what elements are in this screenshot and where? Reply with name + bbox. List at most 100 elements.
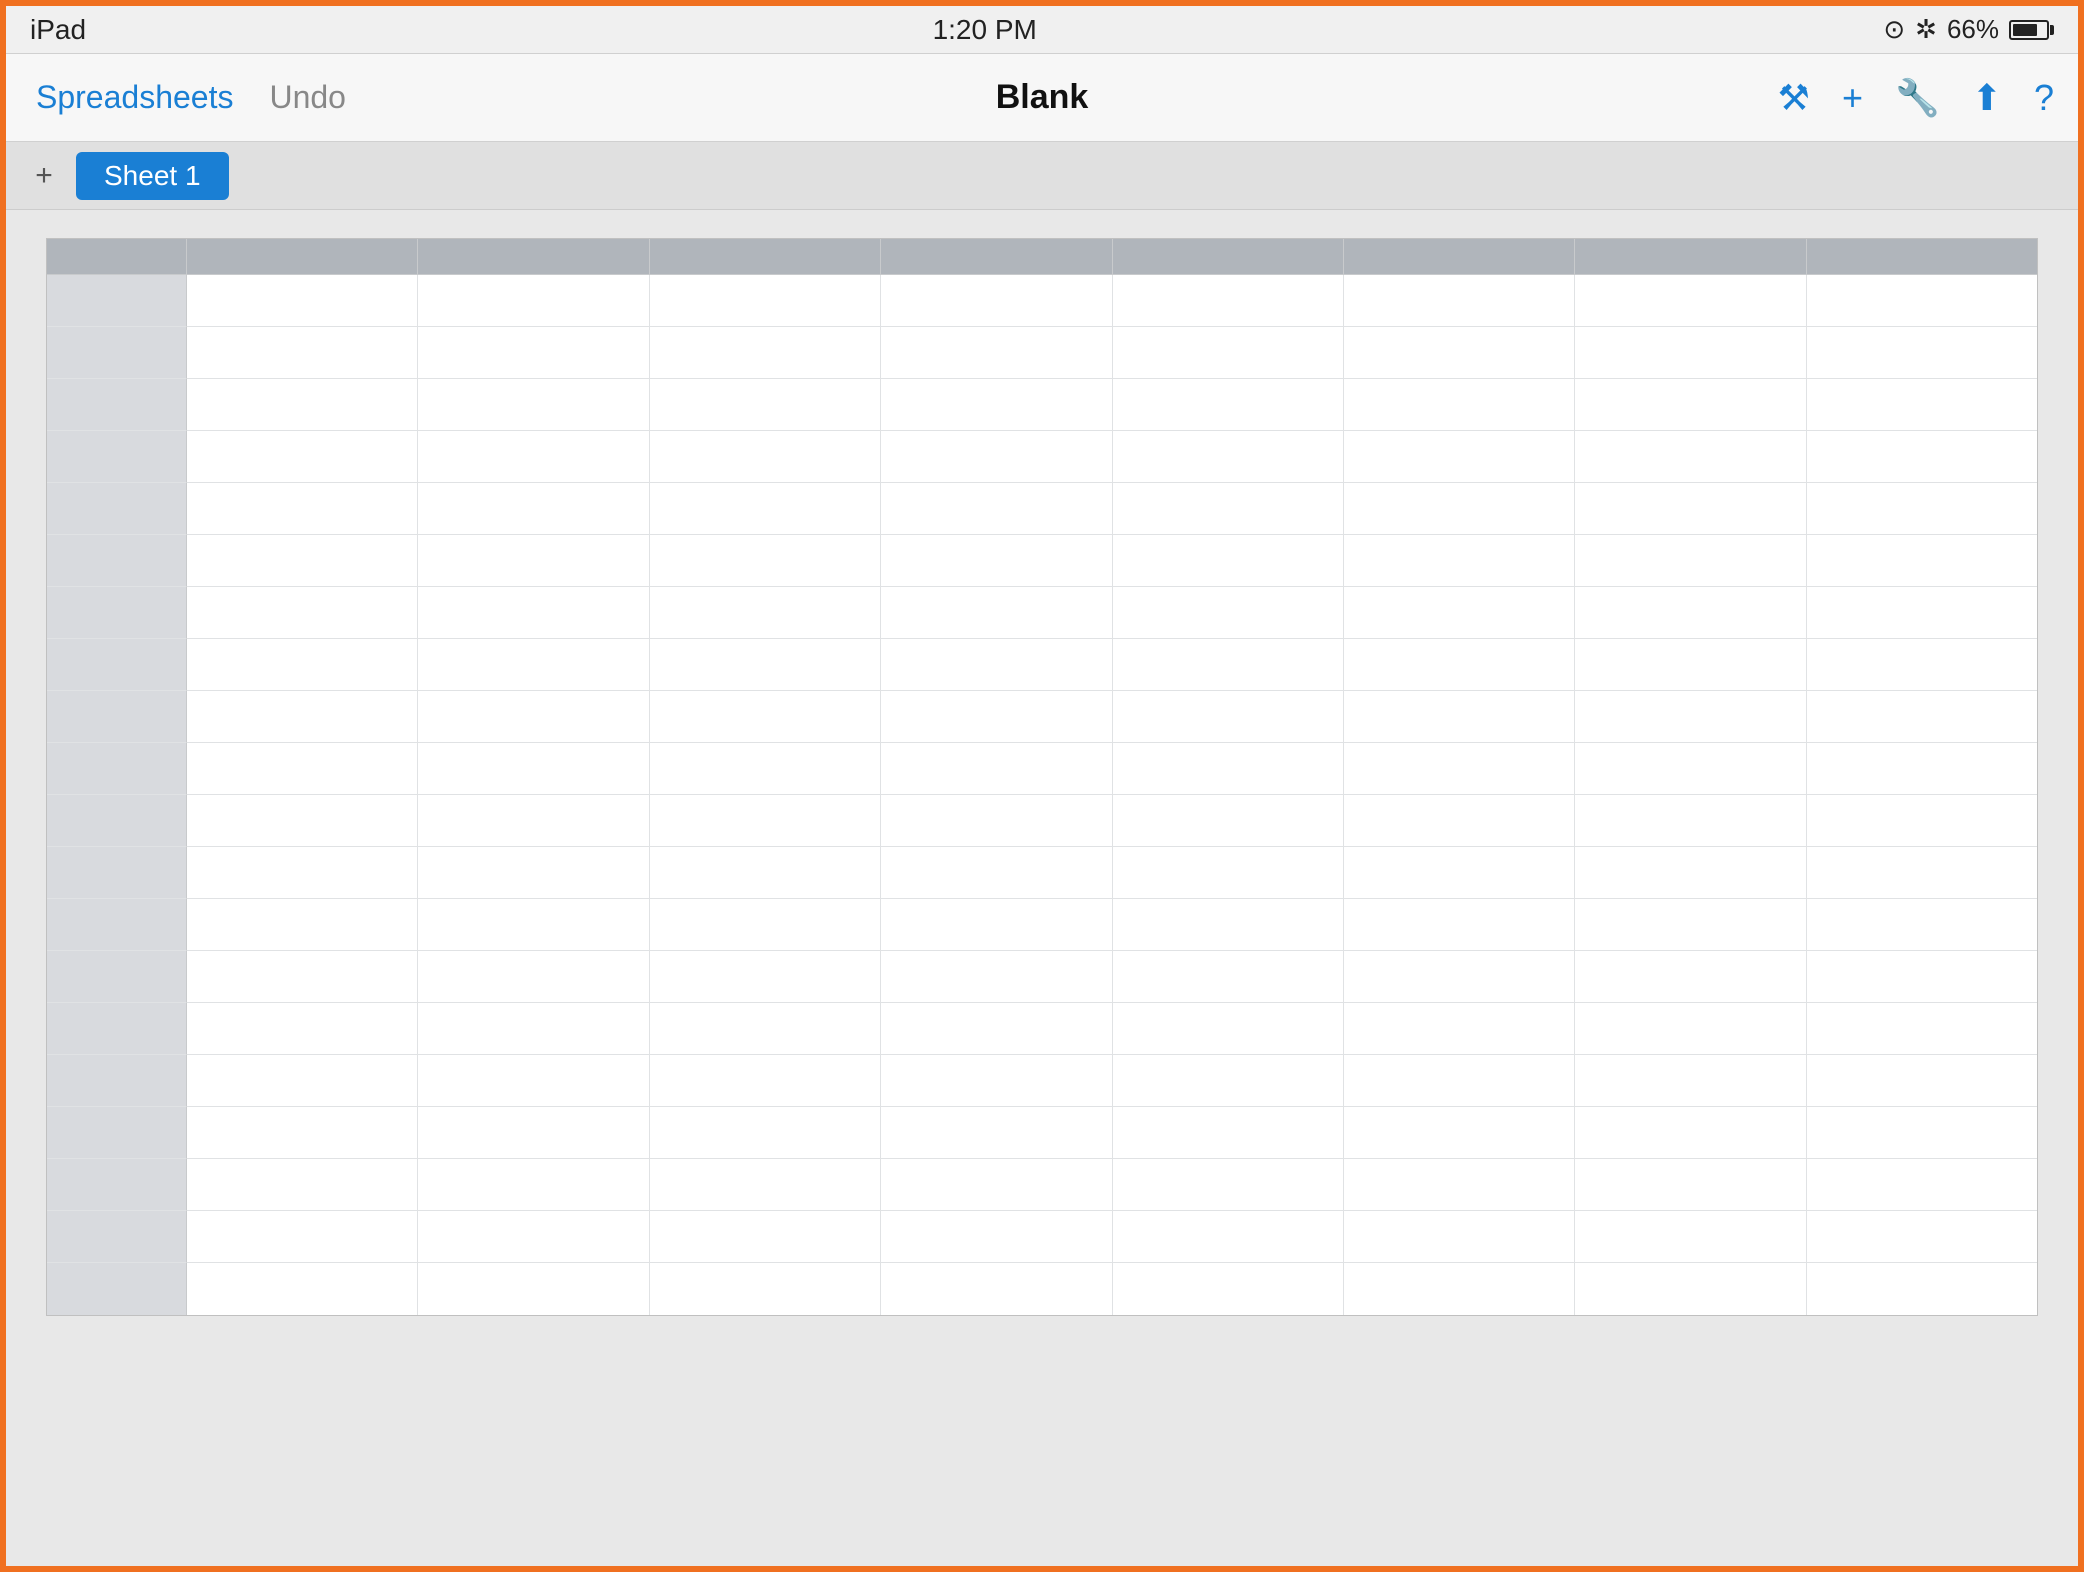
cell-r14-c7[interactable] [1575, 951, 1806, 1003]
cell-r11-c4[interactable] [881, 795, 1112, 847]
cell-r8-c2[interactable] [418, 639, 649, 691]
cell-r17-c2[interactable] [418, 1107, 649, 1159]
cell-r8-c5[interactable] [1113, 639, 1344, 691]
cell-r6-c6[interactable] [1344, 535, 1575, 587]
cell-r10-c3[interactable] [650, 743, 881, 795]
cell-r20-c6[interactable] [1344, 1263, 1575, 1315]
cell-r7-c1[interactable] [187, 587, 418, 639]
cell-r5-c2[interactable] [418, 483, 649, 535]
cell-r15-c4[interactable] [881, 1003, 1112, 1055]
cell-r20-c2[interactable] [418, 1263, 649, 1315]
cell-r14-c1[interactable] [187, 951, 418, 1003]
col-header-c[interactable] [650, 239, 881, 275]
cell-r12-c6[interactable] [1344, 847, 1575, 899]
cell-r19-c5[interactable] [1113, 1211, 1344, 1263]
cell-r9-c5[interactable] [1113, 691, 1344, 743]
cell-r10-c6[interactable] [1344, 743, 1575, 795]
cell-r3-c5[interactable] [1113, 379, 1344, 431]
cell-r1-c5[interactable] [1113, 275, 1344, 327]
cell-r6-c3[interactable] [650, 535, 881, 587]
cell-r8-c8[interactable] [1807, 639, 2037, 691]
cell-r5-c7[interactable] [1575, 483, 1806, 535]
cell-r5-c3[interactable] [650, 483, 881, 535]
row-header-18[interactable] [47, 1159, 187, 1211]
cell-r18-c4[interactable] [881, 1159, 1112, 1211]
cell-r18-c6[interactable] [1344, 1159, 1575, 1211]
cell-r15-c5[interactable] [1113, 1003, 1344, 1055]
cell-r6-c4[interactable] [881, 535, 1112, 587]
cell-r12-c1[interactable] [187, 847, 418, 899]
cell-r18-c2[interactable] [418, 1159, 649, 1211]
cell-r13-c1[interactable] [187, 899, 418, 951]
cell-r17-c6[interactable] [1344, 1107, 1575, 1159]
row-header-2[interactable] [47, 327, 187, 379]
cell-r2-c4[interactable] [881, 327, 1112, 379]
cell-r4-c5[interactable] [1113, 431, 1344, 483]
cell-r2-c8[interactable] [1807, 327, 2037, 379]
cell-r9-c8[interactable] [1807, 691, 2037, 743]
row-header-15[interactable] [47, 1003, 187, 1055]
row-header-12[interactable] [47, 847, 187, 899]
col-header-h[interactable] [1807, 239, 2037, 275]
cell-r4-c7[interactable] [1575, 431, 1806, 483]
cell-r12-c5[interactable] [1113, 847, 1344, 899]
cell-r9-c6[interactable] [1344, 691, 1575, 743]
row-header-7[interactable] [47, 587, 187, 639]
cell-r11-c7[interactable] [1575, 795, 1806, 847]
cell-r2-c7[interactable] [1575, 327, 1806, 379]
cell-r6-c1[interactable] [187, 535, 418, 587]
cell-r8-c7[interactable] [1575, 639, 1806, 691]
cell-r14-c3[interactable] [650, 951, 881, 1003]
cell-r19-c6[interactable] [1344, 1211, 1575, 1263]
cell-r5-c1[interactable] [187, 483, 418, 535]
cell-r3-c4[interactable] [881, 379, 1112, 431]
cell-r4-c6[interactable] [1344, 431, 1575, 483]
spreadsheets-button[interactable]: Spreadsheets [30, 75, 239, 120]
cell-r10-c5[interactable] [1113, 743, 1344, 795]
row-header-4[interactable] [47, 431, 187, 483]
cell-r3-c1[interactable] [187, 379, 418, 431]
cell-r8-c4[interactable] [881, 639, 1112, 691]
cell-r11-c3[interactable] [650, 795, 881, 847]
cell-r8-c1[interactable] [187, 639, 418, 691]
cell-r12-c4[interactable] [881, 847, 1112, 899]
cell-r6-c7[interactable] [1575, 535, 1806, 587]
cell-r12-c2[interactable] [418, 847, 649, 899]
row-header-13[interactable] [47, 899, 187, 951]
cell-r16-c5[interactable] [1113, 1055, 1344, 1107]
col-header-g[interactable] [1575, 239, 1806, 275]
cell-r17-c1[interactable] [187, 1107, 418, 1159]
cell-r7-c6[interactable] [1344, 587, 1575, 639]
cell-r4-c2[interactable] [418, 431, 649, 483]
cell-r18-c7[interactable] [1575, 1159, 1806, 1211]
cell-r20-c7[interactable] [1575, 1263, 1806, 1315]
row-header-11[interactable] [47, 795, 187, 847]
cell-r13-c2[interactable] [418, 899, 649, 951]
row-header-8[interactable] [47, 639, 187, 691]
cell-r20-c1[interactable] [187, 1263, 418, 1315]
cell-r1-c1[interactable] [187, 275, 418, 327]
cell-r18-c3[interactable] [650, 1159, 881, 1211]
cell-r16-c3[interactable] [650, 1055, 881, 1107]
cell-r3-c7[interactable] [1575, 379, 1806, 431]
cell-r1-c8[interactable] [1807, 275, 2037, 327]
cell-r20-c3[interactable] [650, 1263, 881, 1315]
cell-r17-c5[interactable] [1113, 1107, 1344, 1159]
cell-r16-c6[interactable] [1344, 1055, 1575, 1107]
add-icon[interactable]: + [1842, 77, 1863, 119]
cell-r7-c2[interactable] [418, 587, 649, 639]
cell-r7-c3[interactable] [650, 587, 881, 639]
cell-r19-c2[interactable] [418, 1211, 649, 1263]
cell-r8-c3[interactable] [650, 639, 881, 691]
cell-r19-c7[interactable] [1575, 1211, 1806, 1263]
cell-r5-c6[interactable] [1344, 483, 1575, 535]
col-header-f[interactable] [1344, 239, 1575, 275]
cell-r10-c8[interactable] [1807, 743, 2037, 795]
row-header-6[interactable] [47, 535, 187, 587]
row-header-17[interactable] [47, 1107, 187, 1159]
cell-r18-c5[interactable] [1113, 1159, 1344, 1211]
col-header-a[interactable] [187, 239, 418, 275]
cell-r9-c4[interactable] [881, 691, 1112, 743]
cell-r12-c7[interactable] [1575, 847, 1806, 899]
col-header-b[interactable] [418, 239, 649, 275]
